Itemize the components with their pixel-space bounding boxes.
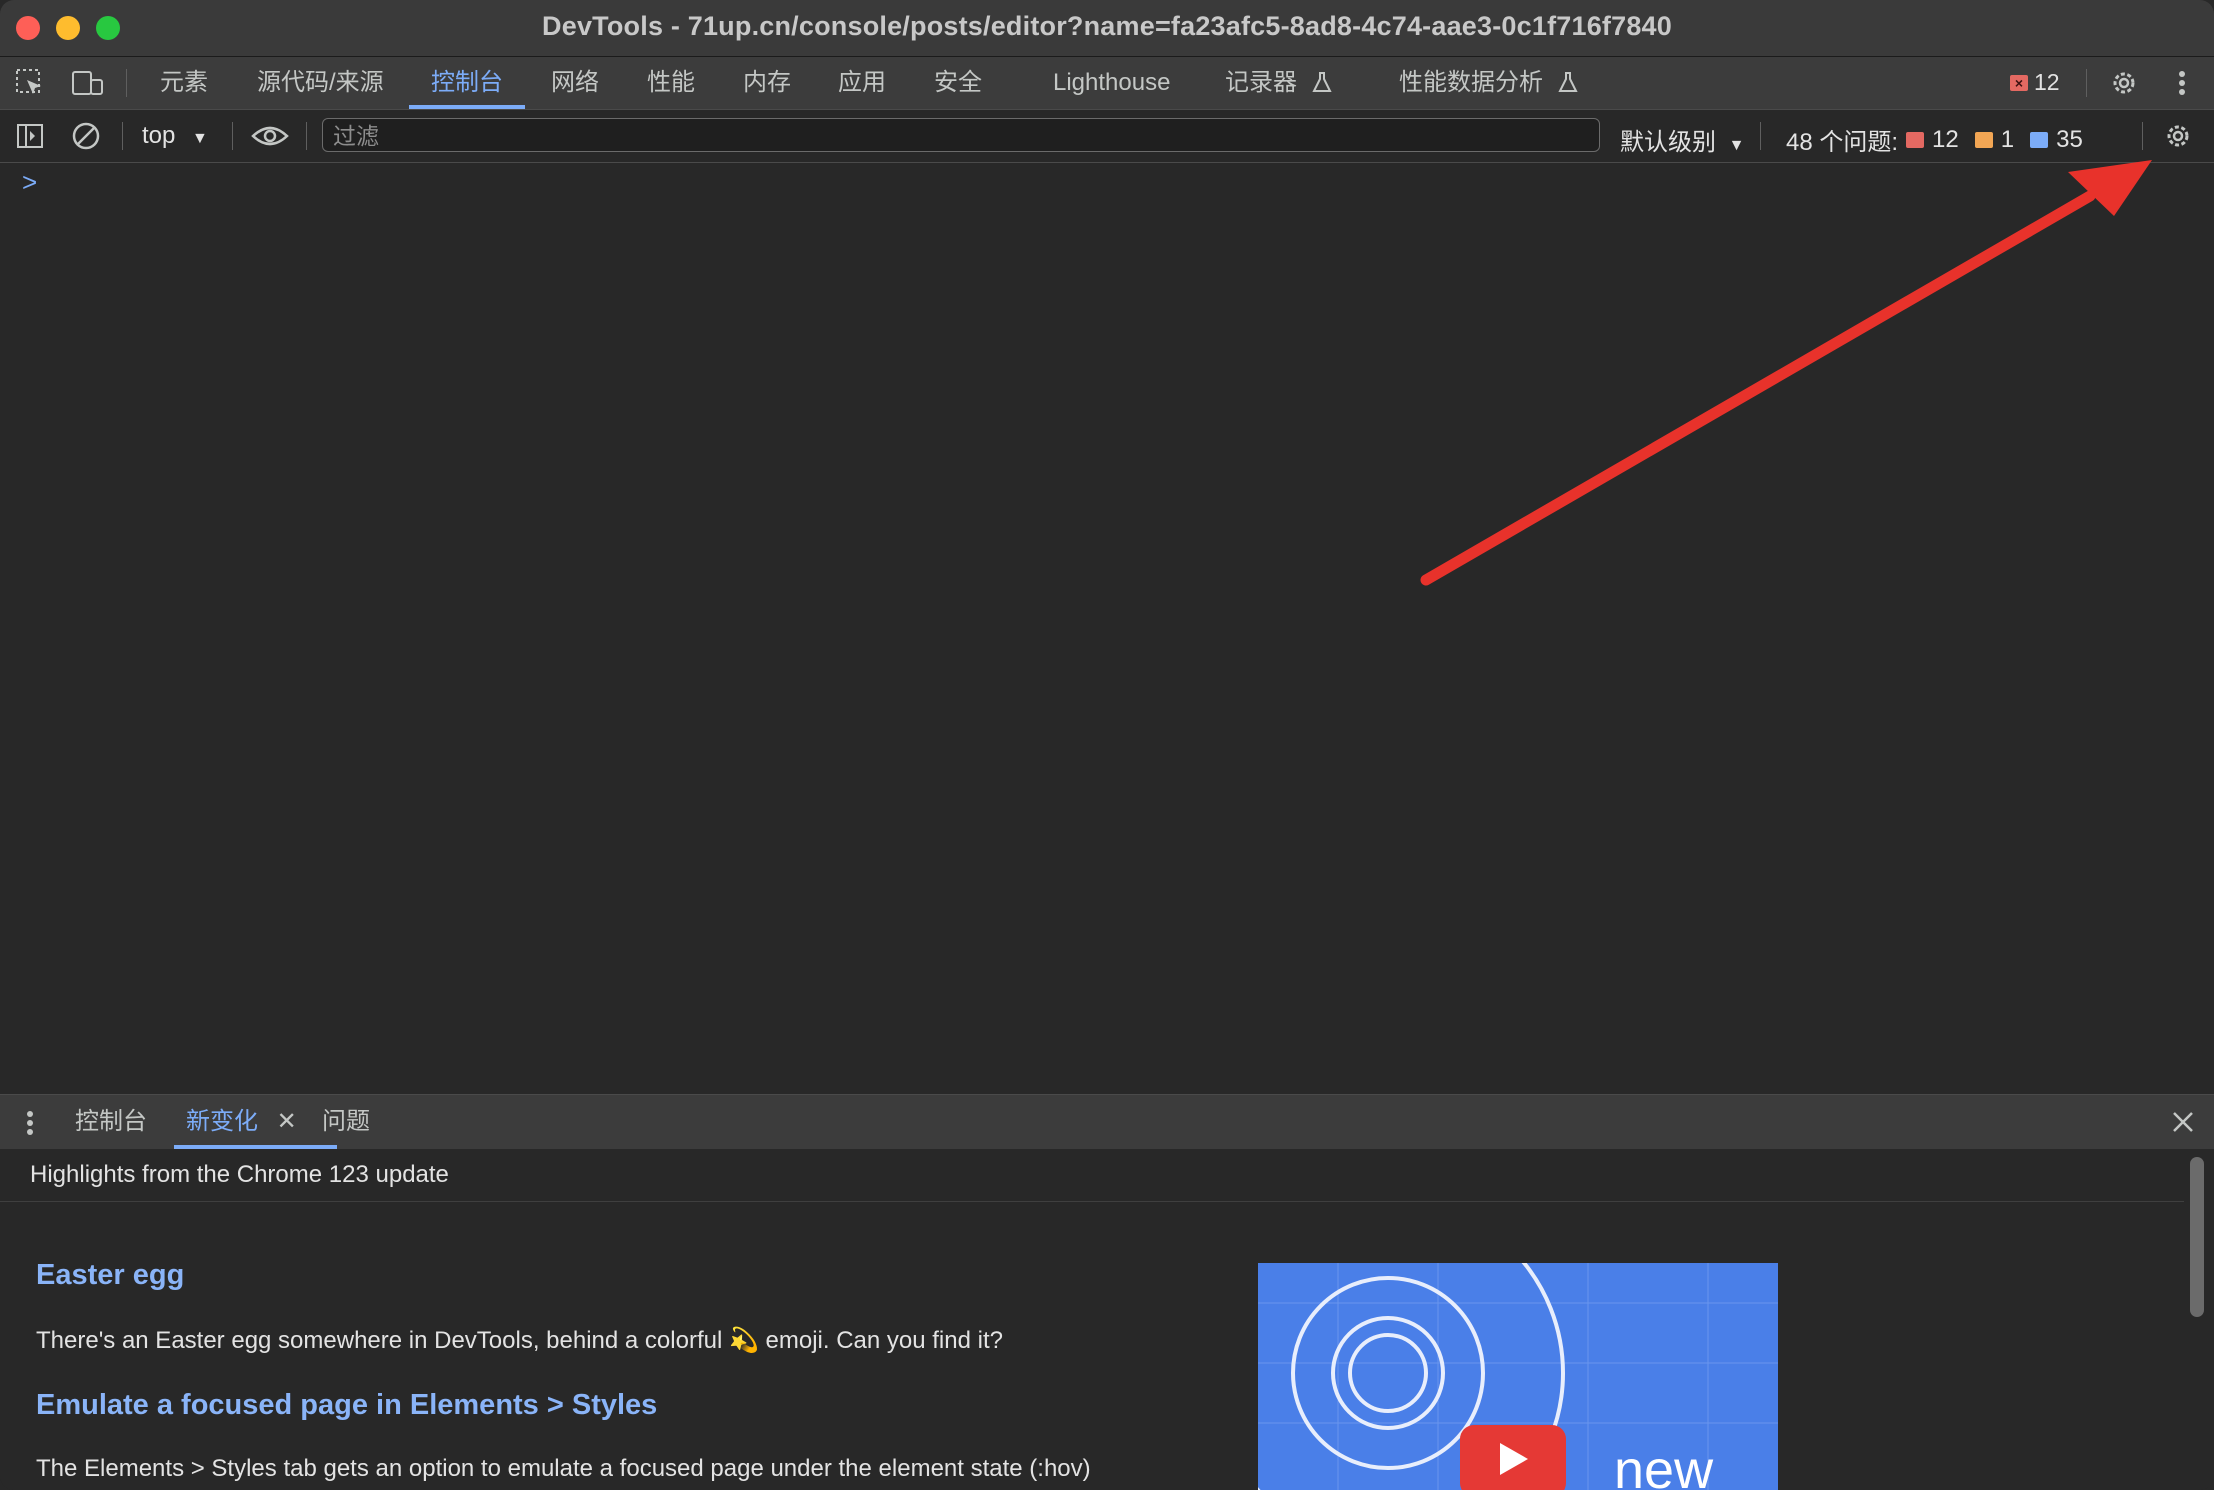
dropdown-arrow-icon: ▼ (1728, 137, 1745, 154)
tab-performance-insights-label: 性能数据分析 (1399, 69, 1543, 96)
error-icon: × (2010, 74, 2028, 91)
log-level-value: 默认级别 (1620, 129, 1716, 156)
flask-icon (1312, 69, 1332, 96)
console-output[interactable]: > (0, 163, 2214, 1093)
video-label: new (1614, 1440, 1714, 1490)
tab-performance-insights[interactable]: 性能数据分析 (1399, 57, 1578, 109)
section-text-emulate-focus: The Elements > Styles tab gets an option… (36, 1455, 1091, 1482)
filter-input[interactable]: 过滤 (322, 118, 1600, 152)
toolbar-divider (2086, 69, 2087, 97)
tab-elements[interactable]: 元素 (160, 57, 208, 109)
more-options-icon[interactable] (2168, 67, 2196, 99)
section-heading-easter-egg[interactable]: Easter egg (36, 1259, 184, 1292)
drawer-tab-issues[interactable]: 问题 (322, 1095, 370, 1149)
toolbar-divider (232, 122, 233, 150)
video-thumbnail[interactable]: new (1258, 1263, 1778, 1490)
drawer-tab-console[interactable]: 控制台 (75, 1095, 147, 1149)
tab-sources[interactable]: 源代码/来源 (257, 57, 384, 109)
log-level-dropdown[interactable]: 默认级别 ▼ (1620, 122, 1745, 157)
main-tab-bar: 元素 源代码/来源 控制台 网络 性能 内存 应用 安全 Lighthouse … (0, 57, 2214, 110)
whats-new-panel: Highlights from the Chrome 123 update Ea… (0, 1149, 2214, 1490)
toolbar-divider (122, 122, 123, 150)
error-count-badge[interactable]: × 12 (2010, 69, 2060, 96)
close-drawer-icon[interactable] (2168, 1107, 2198, 1137)
info-icon (2030, 131, 2049, 148)
context-selector[interactable]: top ▼ (142, 122, 208, 150)
context-value: top (142, 122, 176, 149)
tab-security[interactable]: 安全 (934, 57, 982, 109)
toolbar-divider (2142, 122, 2143, 150)
drawer-tab-whats-new[interactable]: 新变化 ✕ (174, 1095, 337, 1149)
warning-icon (1974, 131, 1993, 148)
toolbar-divider (1760, 122, 1761, 150)
tab-recorder[interactable]: 记录器 (1225, 57, 1332, 109)
tab-performance[interactable]: 性能 (647, 57, 695, 109)
tab-recorder-label: 记录器 (1225, 69, 1297, 96)
issue-error-count: 12 (1932, 125, 1959, 153)
dropdown-arrow-icon: ▼ (192, 130, 208, 147)
tab-application[interactable]: 应用 (838, 57, 886, 109)
devtools-window: DevTools - 71up.cn/console/posts/editor?… (0, 0, 2214, 1490)
toolbar-divider (126, 69, 127, 97)
title-bar: DevTools - 71up.cn/console/posts/editor?… (0, 0, 2214, 57)
live-expression-eye-icon[interactable] (250, 120, 290, 152)
drawer-tab-whats-new-label: 新变化 (186, 1108, 258, 1135)
device-toolbar-icon[interactable] (70, 67, 106, 99)
tab-lighthouse[interactable]: Lighthouse (1053, 57, 1170, 109)
show-sidebar-icon[interactable] (14, 120, 46, 152)
inspect-element-icon[interactable] (14, 67, 46, 99)
tab-memory[interactable]: 内存 (743, 57, 791, 109)
issues-label: 48 个问题: (1786, 129, 1899, 156)
tab-network[interactable]: 网络 (551, 57, 599, 109)
section-text-easter-egg: There's an Easter egg somewhere in DevTo… (36, 1327, 1003, 1354)
drawer-tab-bar: 控制台 新变化 ✕ 问题 (0, 1094, 2214, 1150)
flask-icon (1558, 69, 1578, 96)
close-tab-icon[interactable]: ✕ (277, 1108, 297, 1135)
console-settings-gear-icon[interactable] (2162, 120, 2194, 152)
issues-counter[interactable]: 48 个问题: 12 1 35 (1786, 122, 2083, 157)
console-toolbar: top ▼ 过滤 默认级别 ▼ 48 个问题: 12 1 35 (0, 110, 2214, 163)
error-count: 12 (2034, 69, 2060, 95)
issue-warning-count: 1 (2000, 125, 2015, 153)
highlights-title: Highlights from the Chrome 123 update (30, 1161, 449, 1188)
clear-console-icon[interactable] (70, 120, 102, 152)
drawer-scrollbar[interactable] (2190, 1157, 2204, 1317)
section-heading-emulate-focus[interactable]: Emulate a focused page in Elements > Sty… (36, 1389, 657, 1422)
tab-console[interactable]: 控制台 (409, 57, 525, 109)
error-icon (1906, 131, 1925, 148)
drawer-menu-icon[interactable] (20, 1107, 40, 1139)
highlights-header: Highlights from the Chrome 123 update (0, 1149, 2184, 1202)
settings-gear-icon[interactable] (2108, 67, 2140, 99)
toolbar-divider (306, 122, 307, 150)
console-prompt: > (22, 167, 38, 197)
issue-info-count: 35 (2056, 125, 2083, 153)
window-title: DevTools - 71up.cn/console/posts/editor?… (542, 11, 1672, 41)
